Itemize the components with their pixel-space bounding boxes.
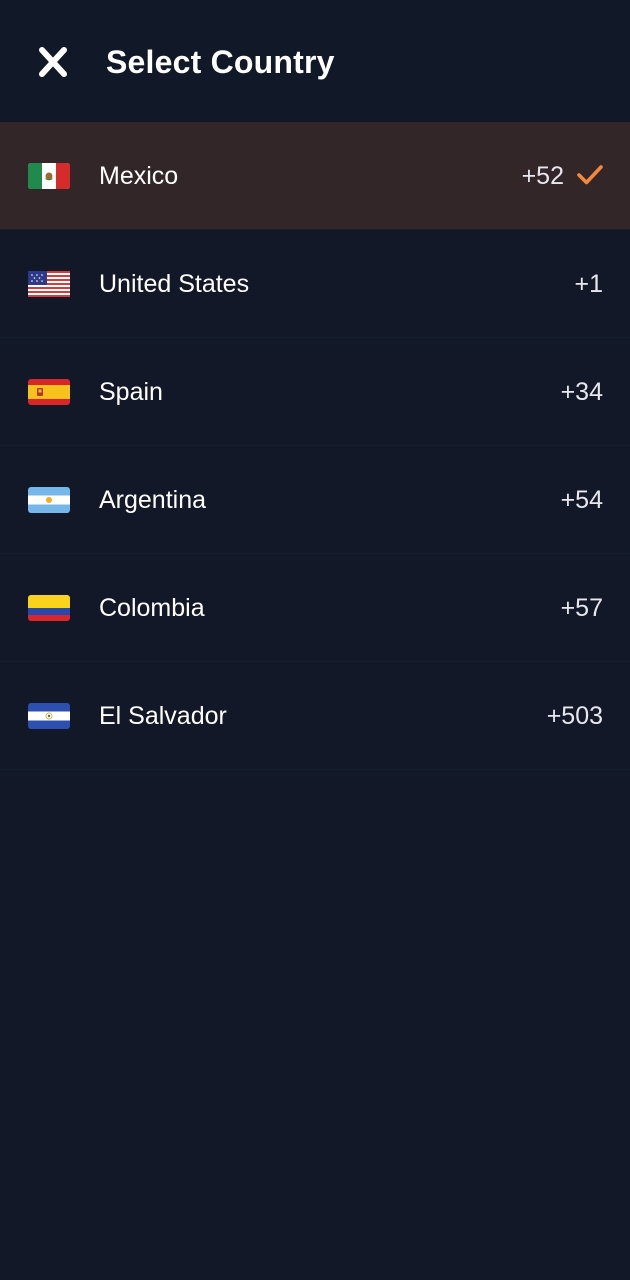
country-name: El Salvador bbox=[99, 702, 227, 730]
checkmark-icon bbox=[576, 162, 604, 188]
united-states-flag-icon bbox=[27, 268, 71, 300]
el-salvador-flag-icon bbox=[27, 700, 71, 732]
country-row-mexico[interactable]: Mexico +52 bbox=[0, 122, 630, 230]
country-row-spain[interactable]: Spain +34 bbox=[0, 338, 630, 446]
colombia-flag-icon bbox=[27, 592, 71, 624]
country-code: +34 bbox=[560, 378, 603, 406]
spain-flag-icon bbox=[27, 376, 71, 408]
country-row-colombia[interactable]: Colombia +57 bbox=[0, 554, 630, 662]
country-code: +1 bbox=[574, 270, 603, 298]
country-name: Spain bbox=[99, 378, 163, 406]
close-button[interactable] bbox=[30, 40, 74, 84]
country-name: Mexico bbox=[99, 162, 179, 190]
mexico-flag-icon bbox=[27, 160, 71, 192]
page-title: Select Country bbox=[106, 44, 335, 80]
country-row-united-states[interactable]: United States +1 bbox=[0, 230, 630, 338]
country-list: Mexico +52 United States +1 Spain +34 Ar… bbox=[0, 122, 630, 770]
argentina-flag-icon bbox=[27, 484, 71, 516]
country-name: Argentina bbox=[99, 486, 207, 514]
country-code: +57 bbox=[560, 594, 603, 622]
header-bar: Select Country bbox=[0, 0, 630, 122]
country-name: United States bbox=[99, 270, 250, 298]
country-code: +52 bbox=[521, 162, 564, 190]
country-row-el-salvador[interactable]: El Salvador +503 bbox=[0, 662, 630, 770]
country-code: +54 bbox=[560, 486, 603, 514]
country-row-argentina[interactable]: Argentina +54 bbox=[0, 446, 630, 554]
close-icon bbox=[39, 47, 67, 77]
country-name: Colombia bbox=[99, 594, 205, 622]
country-code: +503 bbox=[546, 702, 603, 730]
